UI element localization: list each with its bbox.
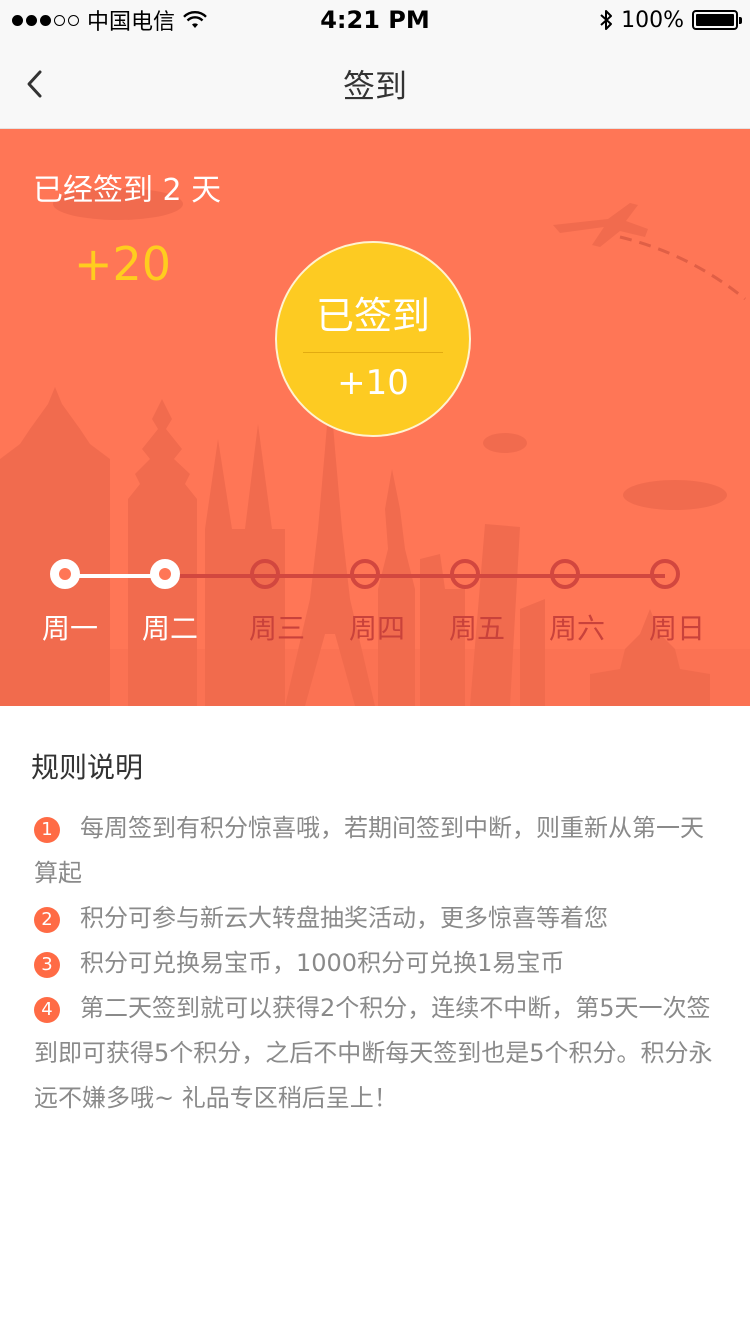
rule-item: 3 积分可兑换易宝币，1000积分可兑换1易宝币 (34, 941, 724, 986)
bluetooth-icon (600, 10, 613, 30)
sign-in-status-label: 已签到 (315, 294, 430, 338)
signal-dot (12, 14, 23, 26)
sign-in-divider (303, 352, 443, 353)
status-left: 中国电信 (0, 4, 207, 36)
signed-days-text: 已经签到 2 天 (33, 173, 222, 208)
rule-text: 积分可参与新云大转盘抽奖活动，更多惊喜等着您 (80, 904, 608, 932)
sign-in-button[interactable]: 已签到 +10 (275, 241, 471, 437)
back-button[interactable] (14, 62, 54, 106)
rule-item: 1 每周签到有积分惊喜哦，若期间签到中断，则重新从第一天算起 (34, 806, 724, 896)
status-right: 100% (599, 8, 750, 33)
week-progress: 周一 周二 周三 周四 周五 周六 周日 (0, 559, 750, 649)
rule-text: 每周签到有积分惊喜哦，若期间签到中断，则重新从第一天算起 (34, 814, 704, 887)
day-node-3 (250, 559, 280, 589)
day-label: 周日 (648, 612, 705, 645)
signal-dot (40, 14, 51, 26)
wifi-icon (183, 11, 207, 28)
day-label: 周三 (248, 612, 305, 645)
day-label: 周四 (348, 612, 405, 645)
day-label: 周六 (548, 612, 605, 645)
rule-number-badge: 4 (34, 997, 60, 1023)
rule-text: 积分可兑换易宝币，1000积分可兑换1易宝币 (80, 949, 565, 977)
signal-dot (26, 14, 37, 26)
signal-dot (54, 14, 65, 26)
rule-text: 第二天签到就可以获得2个积分，连续不中断，第5天一次签到即可获得5个积分，之后不… (34, 994, 713, 1112)
day-node-6 (550, 559, 580, 589)
rules-title: 规则说明 (31, 751, 144, 784)
rule-number-badge: 2 (34, 907, 60, 933)
rule-number-badge: 3 (34, 952, 60, 978)
status-bar: 中国电信 4:21 PM 100% (0, 0, 750, 40)
chevron-left-icon (27, 70, 42, 98)
carrier-label: 中国电信 (87, 10, 176, 35)
day-node-1 (50, 559, 80, 589)
rule-item: 4 第二天签到就可以获得2个积分，连续不中断，第5天一次签到即可获得5个积分，之后… (34, 986, 724, 1121)
battery-icon (692, 10, 742, 30)
day-node-5 (450, 559, 480, 589)
day-label: 周二 (141, 612, 198, 645)
sign-in-points: +10 (337, 363, 409, 403)
bonus-points: +20 (74, 237, 172, 291)
day-label: 周一 (41, 612, 98, 645)
rule-item: 2 积分可参与新云大转盘抽奖活动，更多惊喜等着您 (34, 896, 724, 941)
day-node-7 (650, 559, 680, 589)
battery-label: 100% (621, 7, 684, 33)
battery-fill (696, 14, 734, 26)
page-title: 签到 (342, 67, 407, 105)
signal-dot (68, 14, 79, 26)
signal-strength-icon (12, 14, 79, 26)
sign-in-hero: 已经签到 2 天 +20 已签到 +10 周一 周二 周三 周四 周五 周六 周日 (0, 129, 750, 706)
day-node-2 (150, 559, 180, 589)
nav-bar: 签到 (0, 40, 750, 129)
day-label: 周五 (448, 612, 505, 645)
rule-number-badge: 1 (34, 817, 60, 843)
day-node-4 (350, 559, 380, 589)
